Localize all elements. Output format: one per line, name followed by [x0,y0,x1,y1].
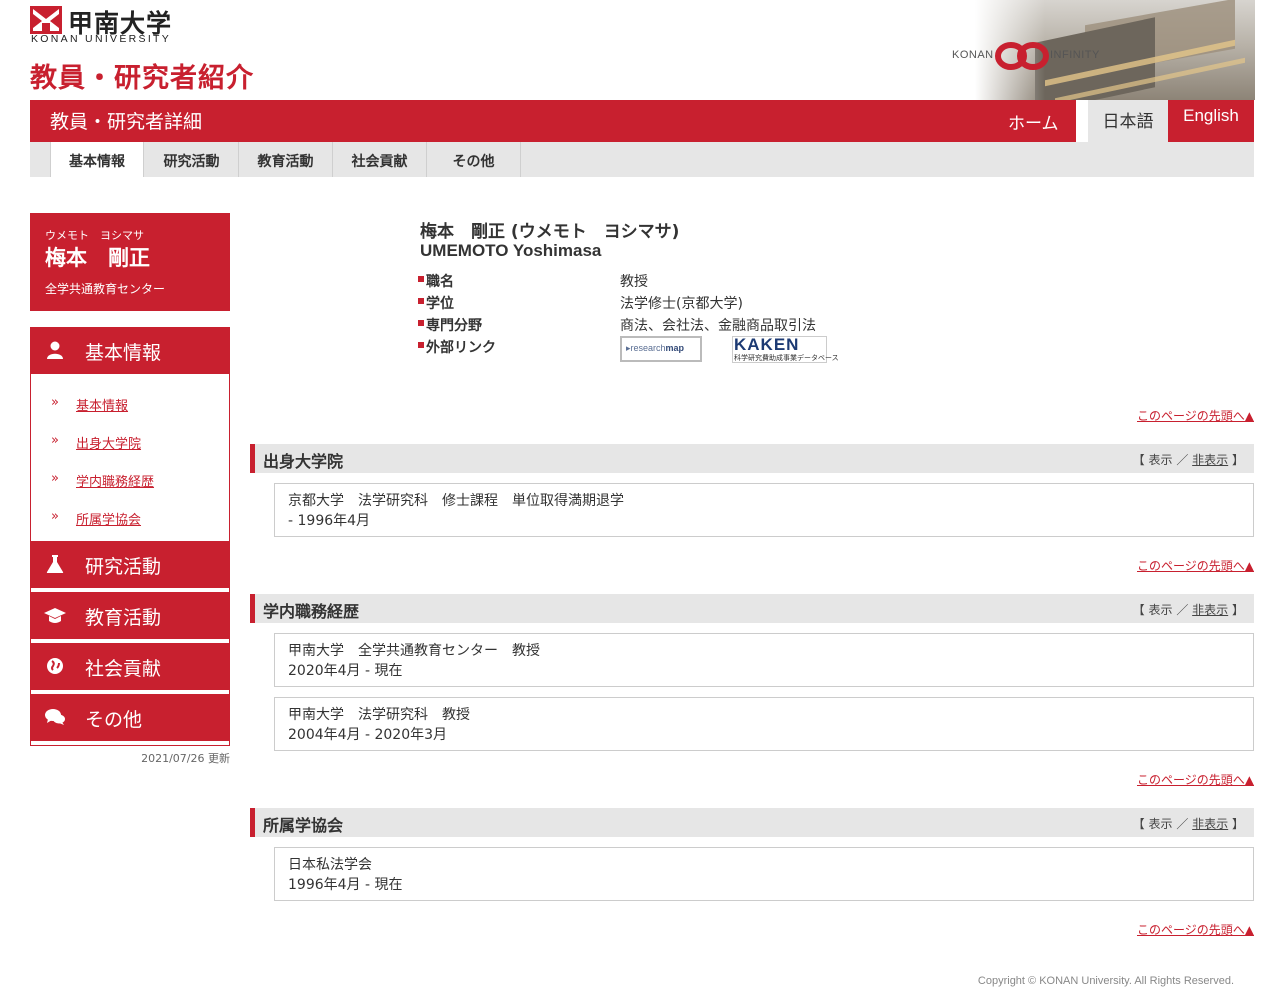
sidebar-subitem-link[interactable]: 学内職務経歴 [76,471,154,490]
info-label: 職名 [426,274,454,290]
site-title[interactable]: 教員・研究者紹介 [30,56,254,95]
infinity-logo-left-text: KONAN [952,49,994,61]
back-to-top-link[interactable]: このページの先頭へ▲ [1137,407,1254,424]
hide-toggle[interactable]: 非表示 [1192,453,1228,467]
globe-icon [47,658,63,674]
sidebar-item-label: 社会貢献 [85,658,162,680]
chevron-right-icon: » [51,471,59,486]
person-full-name: 梅本 剛正 (ウメモト ヨシマサ) [420,222,680,242]
language-english-button[interactable]: English [1168,100,1254,142]
list-item: 甲南大学 法学研究科 教授 2004年4月 - 2020年3月 [274,697,1254,751]
user-icon [47,341,63,359]
chevron-right-icon: » [51,509,59,524]
sidebar: 基本情報 » 基本情報 » 出身大学院 » 学内職務経歴 » 所属学協会 研究活… [30,327,230,746]
profile-kana: ウメモト ヨシマサ [45,229,144,242]
konan-infinity-logo: KONAN INFINITY [952,36,1107,76]
list-item: 日本私法学会 1996年4月 - 現在 [274,847,1254,901]
person-roman-name: UMEMOTO Yoshimasa [420,241,602,260]
info-value: 商法、会社法、金融商品取引法 [620,318,816,334]
researchmap-prefix: ▸research [626,343,666,353]
section-title: 出身大学院 [263,452,344,471]
sidebar-subitem-link[interactable]: 出身大学院 [76,433,141,452]
konan-logo-mark-icon [30,6,62,34]
list-item: 京都大学 法学研究科 修士課程 単位取得満期退学 - 1996年4月 [274,483,1254,537]
back-to-top-link[interactable]: このページの先頭へ▲ [1137,771,1254,788]
info-label: 学位 [426,296,454,312]
sidebar-item-research[interactable]: 研究活動 [30,541,230,588]
tab-bar: 基本情報 研究活動 教育活動 社会貢献 その他 [30,142,1254,177]
list-item: 甲南大学 全学共通教育センター 教授 2020年4月 - 現在 [274,633,1254,687]
logo-text-en: KONAN UNIVERSITY [31,33,172,45]
flask-icon [46,555,64,573]
hide-toggle[interactable]: 非表示 [1192,817,1228,831]
sidebar-subitem-link[interactable]: 所属学協会 [76,509,141,528]
language-japanese-button[interactable]: 日本語 [1088,100,1168,142]
kaken-link[interactable]: KAKEN 科学研究費助成事業データベース [732,335,839,363]
back-to-top-link[interactable]: このページの先頭へ▲ [1137,557,1254,574]
copyright: Copyright © KONAN University. All Rights… [977,975,1234,987]
infinity-icon [995,42,1049,70]
tab-research[interactable]: 研究活動 [145,142,239,177]
profile-department: 全学共通教育センター [45,282,166,296]
comments-icon [45,709,65,725]
info-value: 教授 [620,274,648,290]
sidebar-item-label: 研究活動 [85,556,162,578]
graduation-cap-icon [44,608,66,623]
kaken-subtitle: 科学研究費助成事業データベース [734,354,839,362]
tab-education[interactable]: 教育活動 [239,142,333,177]
section-header-societies: 所属学協会 【 表示 ／ 非表示 】 [250,808,1254,837]
section-title: 学内職務経歴 [263,602,360,621]
sidebar-item-other[interactable]: その他 [30,694,230,741]
page-header-bar: 教員・研究者詳細 ホーム 日本語 English [30,100,1254,142]
sidebar-subitem-link[interactable]: 基本情報 [76,395,128,414]
hide-toggle[interactable]: 非表示 [1192,603,1228,617]
researchmap-bold: map [665,343,685,353]
sidebar-item-label: 教育活動 [85,607,162,629]
info-label: 専門分野 [426,318,482,334]
section-toggle: 【 表示 ／ 非表示 】 [1132,453,1244,467]
section-header-graduate-school: 出身大学院 【 表示 ／ 非表示 】 [250,444,1254,473]
section-header-career: 学内職務経歴 【 表示 ／ 非表示 】 [250,594,1254,623]
back-to-top-link[interactable]: このページの先頭へ▲ [1137,921,1254,938]
section-toggle: 【 表示 ／ 非表示 】 [1132,603,1244,617]
page-heading: 教員・研究者詳細 [50,111,203,133]
section-title: 所属学協会 [263,816,344,835]
tab-basic-info[interactable]: 基本情報 [50,142,144,177]
tab-social[interactable]: 社会貢献 [333,142,427,177]
profile-name: 梅本 剛正 [45,246,150,270]
chevron-right-icon: » [51,395,59,410]
kaken-title: KAKEN [734,335,800,354]
home-link[interactable]: ホーム [1008,109,1059,134]
show-toggle[interactable]: 表示 [1149,603,1173,617]
sidebar-item-education[interactable]: 教育活動 [30,592,230,639]
show-toggle[interactable]: 表示 [1149,453,1173,467]
show-toggle[interactable]: 表示 [1149,817,1173,831]
section-toggle: 【 表示 ／ 非表示 】 [1132,817,1244,831]
sidebar-item-label: その他 [85,709,143,731]
sidebar-item-label: 基本情報 [85,342,162,364]
chevron-right-icon: » [51,433,59,448]
infinity-logo-right-text: INFINITY [1050,49,1100,61]
info-value: 法学修士(京都大学) [620,296,743,312]
sidebar-item-social[interactable]: 社会貢献 [30,643,230,690]
researchmap-link[interactable]: ▸researchmap [620,336,702,362]
info-label: 外部リンク [426,340,496,356]
tab-other[interactable]: その他 [427,142,521,177]
last-updated: 2021/07/26 更新 [141,752,230,765]
profile-card: ウメモト ヨシマサ 梅本 剛正 全学共通教育センター [30,213,230,311]
sidebar-item-basic-info[interactable]: 基本情報 [30,327,230,374]
university-logo[interactable]: 甲南大学 KONAN UNIVERSITY [30,6,175,46]
